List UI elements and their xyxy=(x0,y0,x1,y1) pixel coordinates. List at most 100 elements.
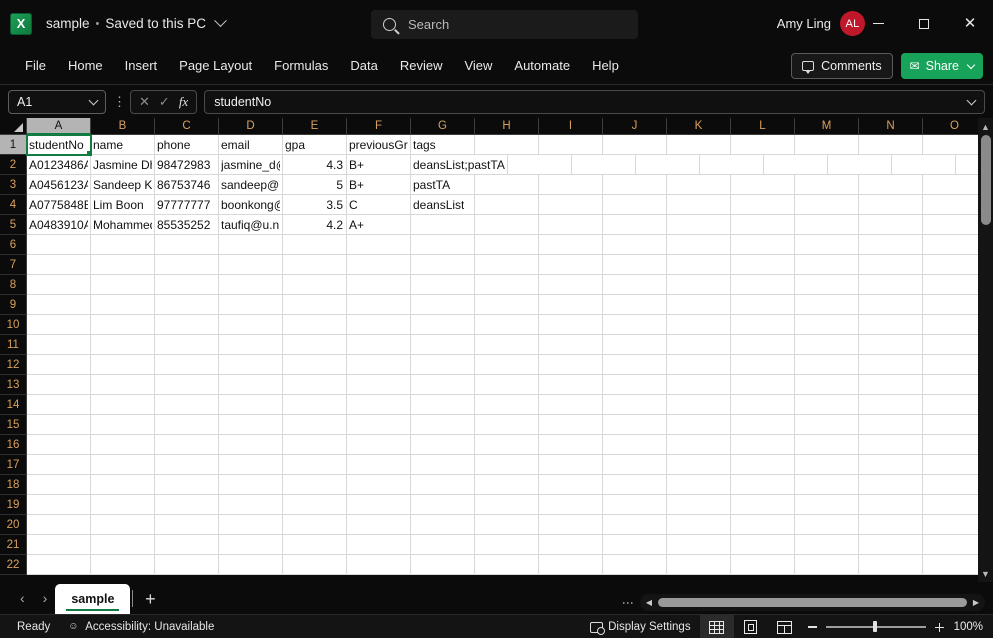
cell-J19[interactable] xyxy=(603,495,667,515)
chevron-down-icon[interactable] xyxy=(966,60,976,70)
tab-data[interactable]: Data xyxy=(339,52,388,79)
column-header-H[interactable]: H xyxy=(475,118,539,135)
cell-D4[interactable]: boonkong@u.nus.edu xyxy=(219,195,283,215)
cell-D14[interactable] xyxy=(219,395,283,415)
row-header-9[interactable]: 9 xyxy=(0,295,27,315)
cell-H5[interactable] xyxy=(475,215,539,235)
cell-O17[interactable] xyxy=(923,455,978,475)
scroll-up-arrow-icon[interactable]: ▲ xyxy=(979,120,992,133)
row-header-22[interactable]: 22 xyxy=(0,555,27,575)
cell-I3[interactable] xyxy=(539,175,603,195)
cell-K19[interactable] xyxy=(667,495,731,515)
cell-E10[interactable] xyxy=(283,315,347,335)
cell-K7[interactable] xyxy=(667,255,731,275)
cell-G6[interactable] xyxy=(411,235,475,255)
cell-D2[interactable]: jasmine_d@u.nus.edu xyxy=(219,155,283,175)
cell-E4[interactable]: 3.5 xyxy=(283,195,347,215)
cell-J2[interactable] xyxy=(635,155,700,175)
chevron-right-icon[interactable]: › xyxy=(43,590,48,606)
cell-N15[interactable] xyxy=(859,415,923,435)
cell-C2[interactable]: 98472983 xyxy=(155,155,219,175)
cell-G8[interactable] xyxy=(411,275,475,295)
cell-A16[interactable] xyxy=(27,435,91,455)
tab-home[interactable]: Home xyxy=(57,52,114,79)
cell-C5[interactable]: 85535252 xyxy=(155,215,219,235)
cell-I15[interactable] xyxy=(539,415,603,435)
cell-B8[interactable] xyxy=(91,275,155,295)
cell-B16[interactable] xyxy=(91,435,155,455)
cell-N13[interactable] xyxy=(859,375,923,395)
cell-M14[interactable] xyxy=(795,395,859,415)
minimize-button[interactable] xyxy=(855,0,901,47)
cell-G12[interactable] xyxy=(411,355,475,375)
cell-B12[interactable] xyxy=(91,355,155,375)
cell-A1[interactable]: studentNo xyxy=(26,135,92,156)
cell-G22[interactable] xyxy=(411,555,475,575)
row-header-6[interactable]: 6 xyxy=(0,235,27,255)
cell-B7[interactable] xyxy=(91,255,155,275)
cell-N20[interactable] xyxy=(859,515,923,535)
cell-I12[interactable] xyxy=(539,355,603,375)
cell-F13[interactable] xyxy=(347,375,411,395)
cell-M17[interactable] xyxy=(795,455,859,475)
cell-J17[interactable] xyxy=(603,455,667,475)
cell-I4[interactable] xyxy=(539,195,603,215)
cell-A22[interactable] xyxy=(27,555,91,575)
vertical-scroll-thumb[interactable] xyxy=(980,135,991,225)
scroll-down-arrow-icon[interactable]: ▼ xyxy=(979,567,992,580)
cell-N14[interactable] xyxy=(859,395,923,415)
cell-J13[interactable] xyxy=(603,375,667,395)
cell-N4[interactable] xyxy=(859,195,923,215)
page-break-view-button[interactable] xyxy=(768,615,802,638)
cell-F5[interactable]: A+ xyxy=(347,215,411,235)
zoom-level-label[interactable]: 100% xyxy=(954,621,993,633)
cell-E5[interactable]: 4.2 xyxy=(283,215,347,235)
row-header-12[interactable]: 12 xyxy=(0,355,27,375)
cell-I2[interactable] xyxy=(571,155,636,175)
row-header-1[interactable]: 1 xyxy=(0,135,27,155)
cell-M19[interactable] xyxy=(795,495,859,515)
cell-G13[interactable] xyxy=(411,375,475,395)
chevron-down-icon[interactable] xyxy=(966,95,977,105)
cell-G3[interactable]: pastTA xyxy=(411,175,475,195)
cell-M5[interactable] xyxy=(795,215,859,235)
cell-I8[interactable] xyxy=(539,275,603,295)
cell-B17[interactable] xyxy=(91,455,155,475)
cell-A8[interactable] xyxy=(27,275,91,295)
cell-E9[interactable] xyxy=(283,295,347,315)
cell-B19[interactable] xyxy=(91,495,155,515)
cell-L1[interactable] xyxy=(731,135,795,155)
select-all-corner-icon[interactable] xyxy=(0,118,27,135)
cell-K13[interactable] xyxy=(667,375,731,395)
chevron-left-icon[interactable]: ‹ xyxy=(20,590,25,606)
cell-G9[interactable] xyxy=(411,295,475,315)
cell-K20[interactable] xyxy=(667,515,731,535)
sheet-tab-sample[interactable]: sample xyxy=(55,584,131,614)
cell-F4[interactable]: C xyxy=(347,195,411,215)
cell-J10[interactable] xyxy=(603,315,667,335)
row-header-11[interactable]: 11 xyxy=(0,335,27,355)
cell-D19[interactable] xyxy=(219,495,283,515)
cell-G14[interactable] xyxy=(411,395,475,415)
search-input[interactable]: Search xyxy=(371,10,638,39)
cell-A4[interactable]: A0775848B xyxy=(27,195,91,215)
cell-F16[interactable] xyxy=(347,435,411,455)
cell-F12[interactable] xyxy=(347,355,411,375)
cell-F7[interactable] xyxy=(347,255,411,275)
cell-F3[interactable]: B+ xyxy=(347,175,411,195)
cell-N6[interactable] xyxy=(859,235,923,255)
cell-M18[interactable] xyxy=(795,475,859,495)
cell-F2[interactable]: B+ xyxy=(347,155,411,175)
cell-G21[interactable] xyxy=(411,535,475,555)
cell-G17[interactable] xyxy=(411,455,475,475)
cell-B1[interactable]: name xyxy=(91,135,155,155)
page-layout-view-button[interactable] xyxy=(734,615,768,638)
cell-D18[interactable] xyxy=(219,475,283,495)
cell-H2[interactable] xyxy=(507,155,572,175)
cell-D16[interactable] xyxy=(219,435,283,455)
cell-O7[interactable] xyxy=(923,255,978,275)
cell-K5[interactable] xyxy=(667,215,731,235)
display-settings-button[interactable]: Display Settings xyxy=(581,615,699,638)
cell-O20[interactable] xyxy=(923,515,978,535)
horizontal-scrollbar[interactable]: ◀ ▶ xyxy=(640,594,985,611)
